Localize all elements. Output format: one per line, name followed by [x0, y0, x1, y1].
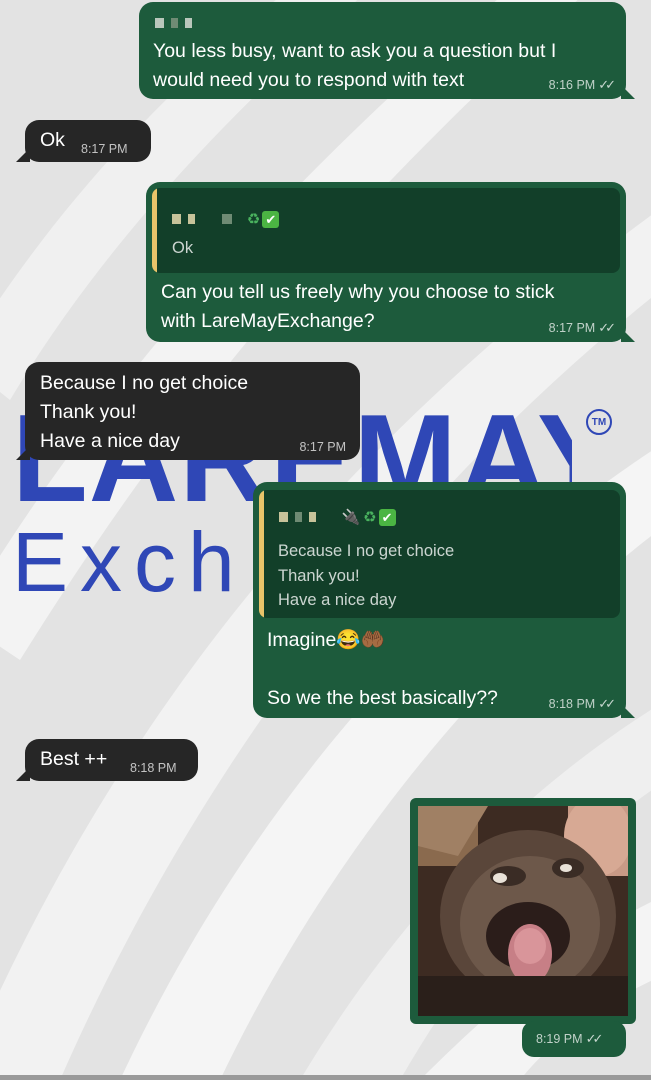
message-outgoing-image[interactable] [410, 798, 636, 1024]
message-timestamp: 8:17 PM ✓✓ [548, 320, 616, 335]
message-text: You less busy, want to ask you a questio… [153, 40, 557, 91]
trademark-icon: TM [586, 409, 612, 435]
message-text: Can you tell us freely why you choose to… [161, 281, 555, 332]
double-check-icon: ✓✓ [598, 696, 616, 711]
monkey-meme-image[interactable] [418, 806, 628, 1016]
monkey-meme-illustration [418, 806, 628, 1016]
double-check-icon: ✓✓ [598, 320, 616, 335]
wallpaper-brand-subtitle: Exch [12, 515, 247, 609]
check-mark-icon: ✔ [378, 508, 396, 526]
recycle-icon: ♻ [246, 211, 261, 228]
message-outgoing-reply[interactable]: 🔌 ♻ ✔ Because I no get choice Thank you! H… [253, 482, 635, 718]
recycle-icon: ♻ [363, 509, 377, 526]
message-text: Imagine😂🤲🏾 So we the best basically?? [267, 629, 498, 709]
message-outgoing[interactable]: You less busy, want to ask you a questio… [139, 2, 635, 99]
double-check-icon: ✓✓ [598, 77, 616, 92]
message-incoming[interactable]: Best ++ 8:18 PM [16, 739, 198, 781]
quote-accent-bar [152, 188, 157, 273]
bottom-scroll-edge [0, 1075, 651, 1080]
quoted-message[interactable]: ♻ ✔ Ok [152, 188, 620, 273]
quote-accent-bar [259, 490, 264, 618]
message-timestamp: 8:19 PM ✓✓ [536, 1031, 604, 1046]
quoted-message[interactable]: 🔌 ♻ ✔ Because I no get choice Thank you! H… [259, 490, 620, 618]
quote-sender: 🔌 ♻ ✔ [279, 508, 396, 526]
message-timestamp: 8:17 PM [81, 142, 128, 156]
message-timestamp: 8:17 PM [299, 440, 346, 454]
plug-icon: 🔌 [341, 509, 361, 526]
check-mark-icon: ✔ [262, 210, 280, 228]
message-incoming[interactable]: Ok 8:17 PM [16, 120, 151, 162]
message-timestamp: 8:16 PM ✓✓ [548, 77, 616, 92]
message-timestamp: 8:18 PM [130, 761, 177, 775]
image-timestamp-pill: 8:19 PM ✓✓ [522, 1021, 626, 1057]
double-check-icon: ✓✓ [585, 1031, 604, 1046]
message-outgoing-reply[interactable]: ♻ ✔ Ok Can you tell us freely why you cho… [146, 182, 635, 342]
sender-name-redacted [155, 14, 199, 32]
quoted-text: Because I no get choice Thank you! Have … [278, 542, 455, 609]
message-text: Ok [40, 129, 65, 151]
message-incoming[interactable]: Because I no get choice Thank you! Have … [16, 362, 360, 460]
message-text: Best ++ [40, 748, 108, 770]
quoted-text: Ok [172, 239, 194, 257]
message-text: Because I no get choice Thank you! Have … [40, 372, 249, 452]
message-timestamp: 8:18 PM ✓✓ [548, 696, 616, 711]
quote-sender: ♻ ✔ [172, 210, 280, 228]
